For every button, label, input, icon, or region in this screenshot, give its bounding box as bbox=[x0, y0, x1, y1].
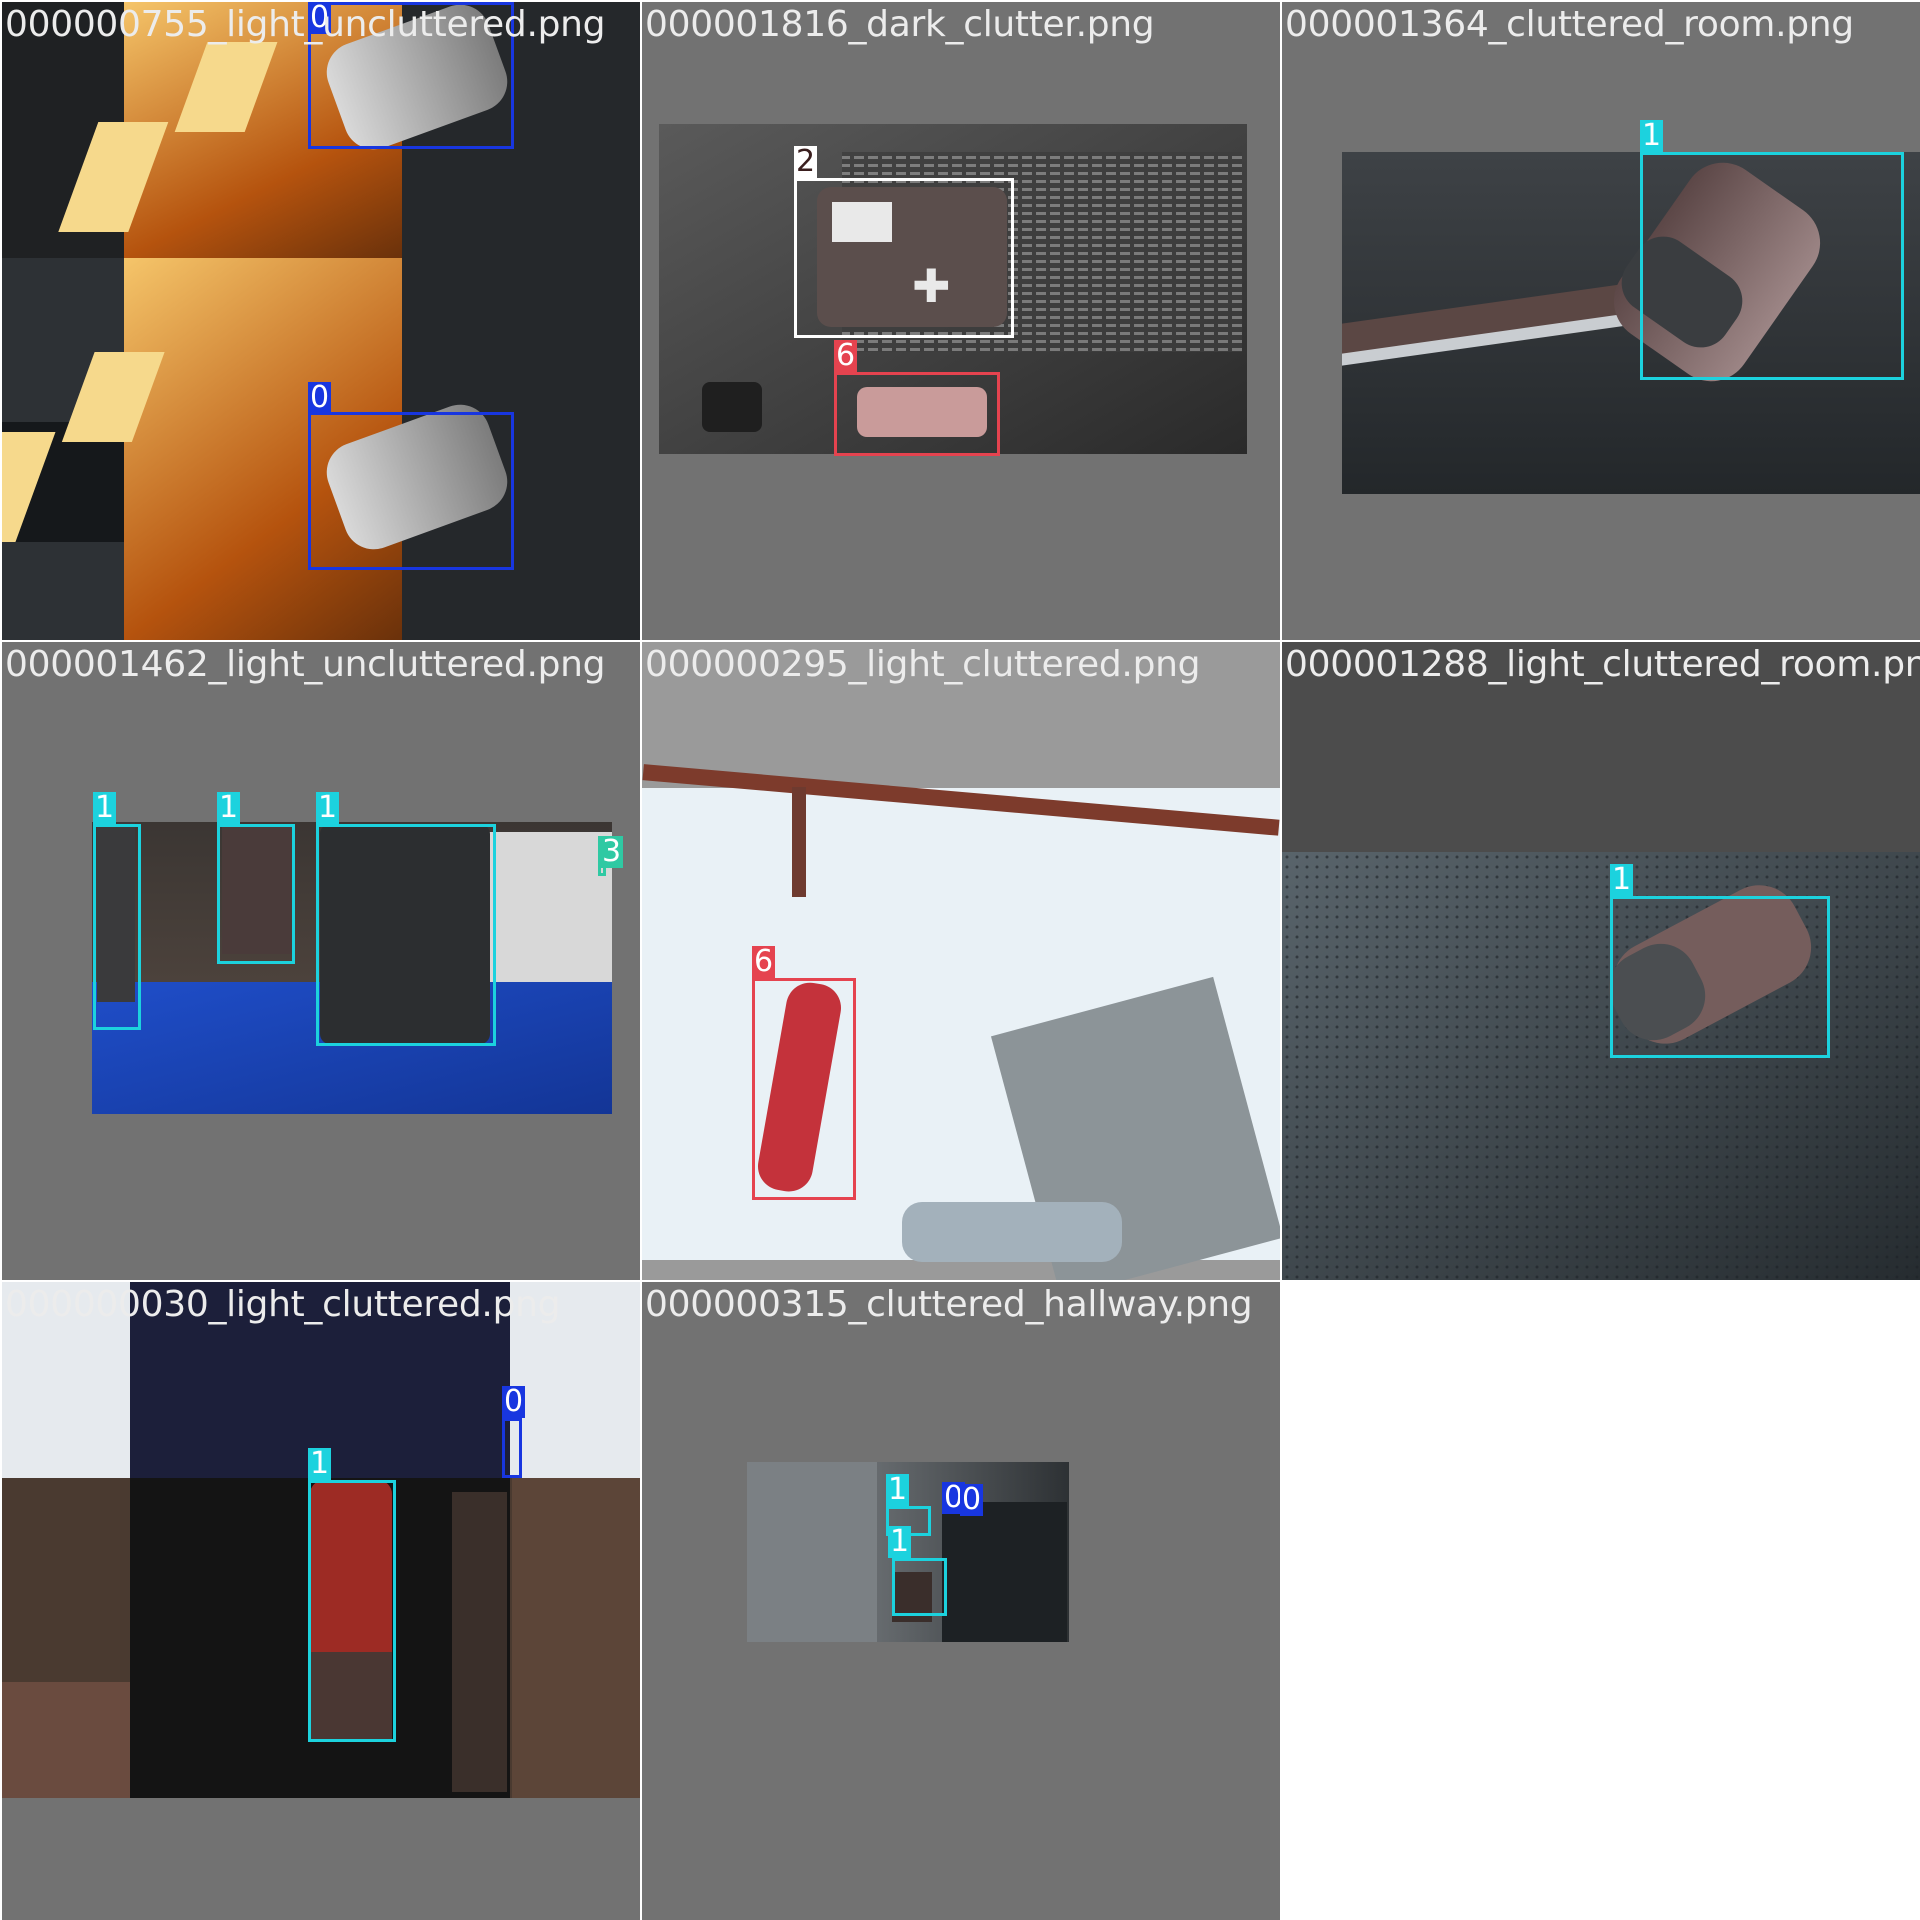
tile-title: 000001462_light_uncluttered.png bbox=[5, 644, 606, 685]
detection-box bbox=[217, 824, 295, 964]
class-label: 0 bbox=[502, 1384, 526, 1419]
tile-1: 000000755_light_uncluttered.png 0 0 bbox=[2, 2, 640, 640]
class-label: 1 bbox=[1640, 118, 1664, 153]
scene-image bbox=[747, 1462, 1069, 1642]
tile-title: 000001364_cluttered_room.png bbox=[1285, 4, 1854, 45]
detection-box bbox=[308, 412, 514, 570]
detection-box bbox=[892, 1558, 947, 1616]
scene-image bbox=[642, 764, 1280, 1280]
tile-7: 000000030_light_cluttered.png 0 1 bbox=[2, 1282, 640, 1920]
class-label: 0 bbox=[960, 1482, 984, 1517]
tile-8: 000000315_cluttered_hallway.png 1 1 0 0 bbox=[642, 1282, 1280, 1920]
detection-box bbox=[1640, 152, 1904, 380]
class-label: 1 bbox=[316, 790, 340, 825]
detection-box bbox=[794, 178, 1014, 338]
class-label: 1 bbox=[888, 1524, 912, 1559]
tile-6: 000001288_light_cluttered_room.png 1 bbox=[1282, 642, 1920, 1280]
class-label: 1 bbox=[217, 790, 241, 825]
detection-box bbox=[834, 372, 1000, 456]
class-label: 1 bbox=[886, 1472, 910, 1507]
class-label: 6 bbox=[834, 338, 858, 373]
class-label: 1 bbox=[93, 790, 117, 825]
detection-box bbox=[752, 978, 856, 1200]
tile-title: 000001816_dark_clutter.png bbox=[645, 4, 1155, 45]
tile-title: 000000315_cluttered_hallway.png bbox=[645, 1284, 1253, 1325]
detection-box bbox=[1610, 896, 1830, 1058]
detection-box bbox=[502, 1418, 522, 1478]
tile-3: 000001364_cluttered_room.png 1 bbox=[1282, 2, 1920, 640]
class-label: 2 bbox=[794, 144, 818, 179]
tile-5: 000000295_light_cluttered.png 6 bbox=[642, 642, 1280, 1280]
detection-box bbox=[316, 824, 496, 1046]
tile-title: 000000295_light_cluttered.png bbox=[645, 644, 1201, 685]
tile-title: 000000755_light_uncluttered.png bbox=[5, 4, 606, 45]
class-label: 0 bbox=[308, 380, 332, 415]
class-label: 3 bbox=[600, 834, 624, 869]
tile-2: ✚ 000001816_dark_clutter.png 2 6 bbox=[642, 2, 1280, 640]
class-label: 1 bbox=[308, 1446, 332, 1481]
tile-title: 000000030_light_cluttered.png bbox=[5, 1284, 561, 1325]
tile-4: 000001462_light_uncluttered.png 1 1 1 3 bbox=[2, 642, 640, 1280]
detection-box bbox=[308, 1480, 396, 1742]
empty-grid-cell bbox=[1280, 1280, 1920, 1920]
class-label: 6 bbox=[752, 944, 776, 979]
class-label: 1 bbox=[1610, 862, 1634, 897]
detection-box bbox=[93, 824, 141, 1030]
tile-title: 000001288_light_cluttered_room.png bbox=[1285, 644, 1920, 685]
